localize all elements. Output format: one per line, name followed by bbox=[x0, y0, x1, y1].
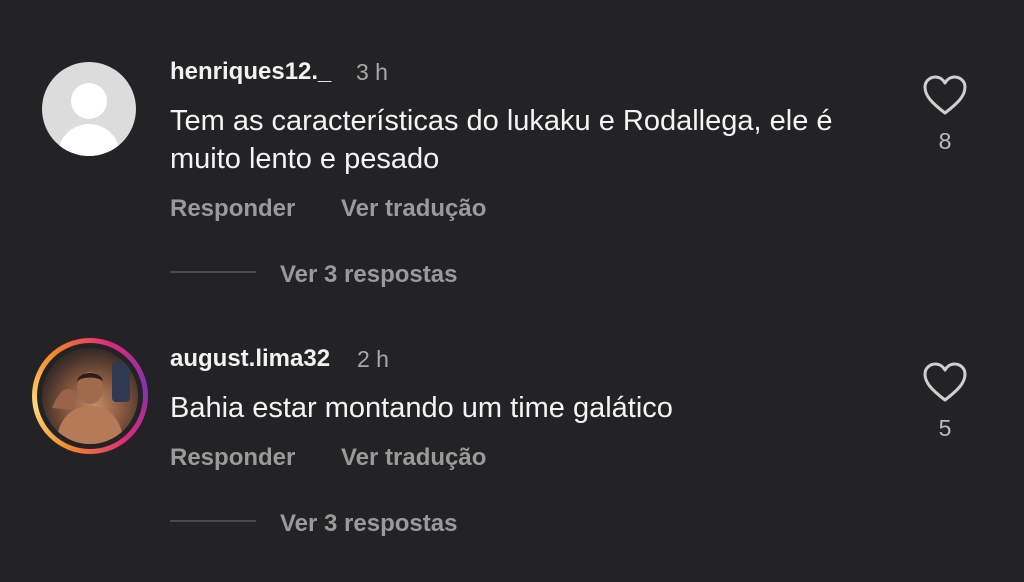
comments-list: henriques12._ 3 h Tem as características… bbox=[0, 0, 1024, 582]
comment-text: Tem as características do lukaku e Rodal… bbox=[170, 105, 833, 175]
reply-button[interactable]: Responder bbox=[170, 444, 295, 472]
avatar-photo bbox=[42, 348, 138, 444]
comment-username[interactable]: august.lima32 bbox=[170, 345, 330, 373]
comment-time: 3 h bbox=[356, 59, 388, 85]
heart-outline-icon[interactable] bbox=[922, 74, 968, 116]
replies-divider bbox=[170, 271, 256, 273]
avatar-body-shape bbox=[58, 124, 120, 156]
avatar-person-image bbox=[52, 362, 130, 444]
reply-button[interactable]: Responder bbox=[170, 195, 295, 223]
comment-username[interactable]: henriques12._ bbox=[170, 58, 331, 86]
story-ring-avatar[interactable] bbox=[32, 338, 148, 454]
heart-outline-icon[interactable] bbox=[922, 361, 968, 403]
like-count: 8 bbox=[938, 128, 952, 154]
replies-divider bbox=[170, 520, 256, 522]
view-replies-button[interactable]: Ver 3 respostas bbox=[280, 510, 457, 538]
avatar-gap bbox=[37, 343, 143, 449]
view-replies-button[interactable]: Ver 3 respostas bbox=[280, 261, 457, 289]
like-count: 5 bbox=[938, 415, 952, 441]
comment-text: Bahia estar montando um time galático bbox=[170, 392, 673, 424]
avatar-head-shape bbox=[71, 83, 107, 119]
translate-button[interactable]: Ver tradução bbox=[341, 195, 486, 223]
translate-button[interactable]: Ver tradução bbox=[341, 444, 486, 472]
default-avatar-icon[interactable] bbox=[42, 62, 136, 156]
comment-time: 2 h bbox=[357, 346, 389, 372]
